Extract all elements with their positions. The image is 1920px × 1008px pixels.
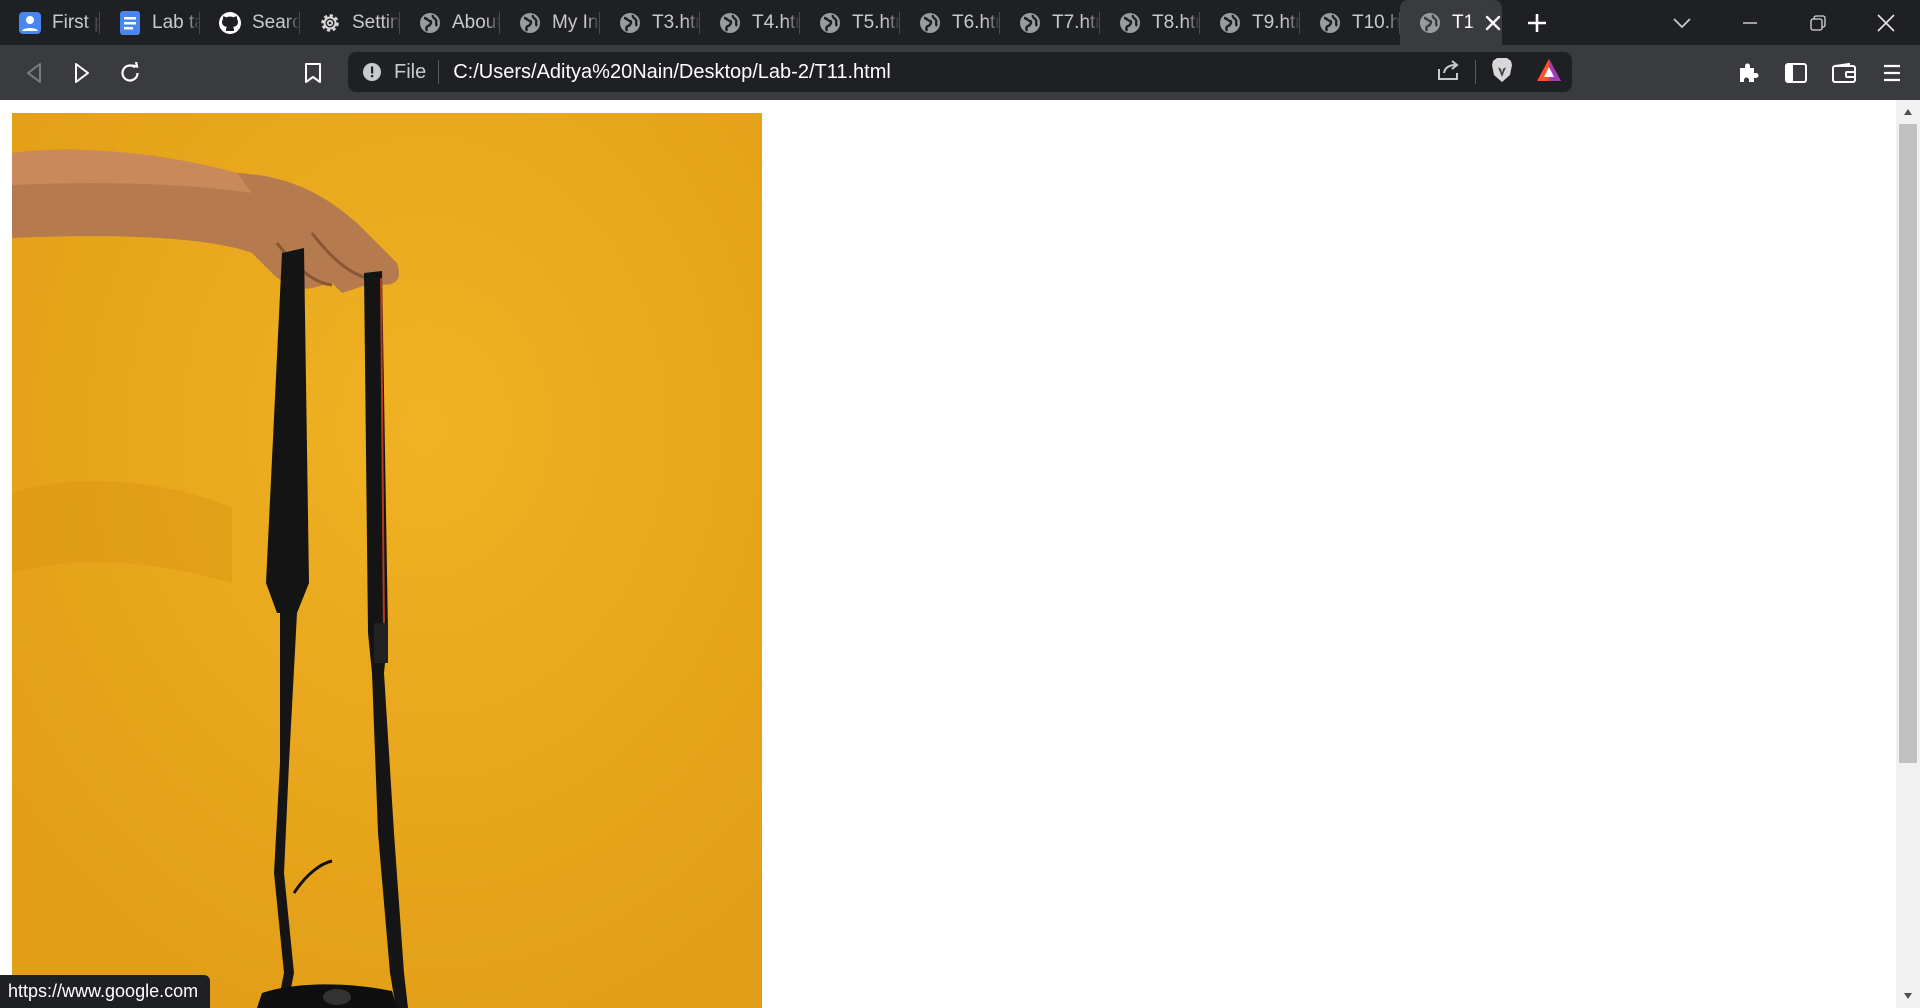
scrollbar-thumb[interactable] — [1899, 124, 1917, 763]
extensions-button[interactable] — [1724, 49, 1772, 97]
toolbar-right-actions — [1724, 45, 1920, 100]
gear-icon — [318, 11, 342, 35]
bookmark-icon — [305, 62, 321, 83]
info-icon[interactable] — [362, 62, 382, 82]
divider — [438, 60, 440, 84]
tab-t9[interactable]: T9.htr — [1200, 0, 1300, 45]
globe-icon — [1118, 11, 1142, 35]
url-scheme-label: File — [394, 60, 427, 83]
page-viewport — [0, 100, 1896, 1008]
tab-about[interactable]: About — [400, 0, 500, 45]
tab-label: T5.htr — [852, 11, 900, 33]
tab-label: T4.htr — [752, 11, 800, 33]
tab-first-page[interactable]: First p — [0, 0, 100, 45]
tab-t4[interactable]: T4.htr — [700, 0, 800, 45]
tab-lab-task[interactable]: Lab ta — [100, 0, 200, 45]
sidebar-icon — [1785, 62, 1807, 83]
scroll-up-arrow-icon[interactable] — [1896, 102, 1920, 122]
new-tab-button[interactable] — [1502, 0, 1572, 45]
tab-t7[interactable]: T7.htr — [1000, 0, 1100, 45]
globe-icon — [1018, 11, 1042, 35]
close-icon — [1877, 13, 1895, 32]
tab-label: T10.ht — [1352, 11, 1400, 33]
tab-label: My In — [552, 11, 599, 33]
tab-label: T3.htr — [652, 11, 700, 33]
tab-settings[interactable]: Settin — [300, 0, 400, 45]
brave-rewards-button[interactable] — [1536, 58, 1562, 87]
globe-icon — [418, 11, 442, 35]
camera-strap-photo — [12, 113, 762, 1008]
tab-t10[interactable]: T10.ht — [1300, 0, 1400, 45]
main-menu-button[interactable] — [1868, 49, 1916, 97]
tab-t6[interactable]: T6.htr — [900, 0, 1000, 45]
wallet-button[interactable] — [1820, 49, 1868, 97]
vertical-scrollbar[interactable] — [1896, 100, 1920, 1008]
reload-button[interactable] — [106, 49, 154, 97]
globe-icon — [918, 11, 942, 35]
share-button[interactable] — [1437, 59, 1461, 86]
tab-t3[interactable]: T3.htr — [600, 0, 700, 45]
hamburger-menu-icon — [1884, 64, 1900, 81]
wallet-icon — [1832, 62, 1856, 83]
brave-rewards-icon — [1537, 58, 1561, 81]
minimize-icon — [1743, 21, 1757, 24]
close-tab-icon[interactable] — [1485, 13, 1503, 33]
reload-icon — [121, 61, 139, 82]
restore-button[interactable] — [1784, 0, 1852, 45]
tab-label: T6.htr — [952, 11, 1000, 33]
forward-button[interactable] — [58, 49, 106, 97]
back-arrow-icon — [27, 62, 41, 83]
globe-icon — [1218, 11, 1242, 35]
forward-arrow-icon — [75, 62, 89, 83]
tab-github-search[interactable]: Searc — [200, 0, 300, 45]
globe-icon — [1418, 11, 1442, 35]
tab-label: Lab ta — [152, 11, 200, 33]
minimize-button[interactable] — [1716, 0, 1784, 45]
tab-active-t11[interactable]: T1 — [1400, 0, 1502, 45]
globe-icon — [718, 11, 742, 35]
divider — [1475, 60, 1476, 84]
tab-label: T7.htr — [1052, 11, 1100, 33]
chevron-down-icon — [1673, 17, 1691, 28]
document-icon — [118, 10, 142, 35]
scroll-down-arrow-icon[interactable] — [1896, 986, 1920, 1006]
tab-label: T9.htr — [1252, 11, 1300, 33]
tab-my-info[interactable]: My In — [500, 0, 600, 45]
user-profile-icon — [18, 11, 42, 35]
tab-label: Settin — [352, 11, 400, 33]
tab-label: About — [452, 11, 500, 33]
tab-label: T1 — [1452, 11, 1475, 33]
sidebar-button[interactable] — [1772, 49, 1820, 97]
globe-icon — [518, 11, 542, 35]
plus-icon — [1528, 13, 1546, 32]
url-text[interactable]: C:/Users/Aditya%20Nain/Desktop/Lab-2/T11… — [453, 61, 891, 84]
tab-label: First p — [52, 11, 100, 33]
tab-t5[interactable]: T5.htr — [800, 0, 900, 45]
close-window-button[interactable] — [1852, 0, 1920, 45]
globe-icon — [818, 11, 842, 35]
address-bar[interactable]: File C:/Users/Aditya%20Nain/Desktop/Lab-… — [348, 52, 1572, 92]
tab-strip: First p Lab ta Searc Settin About My In — [0, 0, 1920, 45]
share-icon — [1438, 59, 1459, 80]
tab-t8[interactable]: T8.htr — [1100, 0, 1200, 45]
github-icon — [218, 11, 242, 35]
puzzle-icon — [1740, 63, 1759, 82]
back-button[interactable] — [10, 49, 58, 97]
globe-icon — [1318, 11, 1342, 35]
browser-toolbar: File C:/Users/Aditya%20Nain/Desktop/Lab-… — [0, 45, 1920, 100]
bookmark-button[interactable] — [289, 49, 337, 97]
link-status-bubble: https://www.google.com — [0, 975, 211, 1008]
tab-search-button[interactable] — [1648, 0, 1716, 45]
tab-label: T8.htr — [1152, 11, 1200, 33]
brave-lion-icon — [1492, 57, 1512, 82]
window-controls — [1648, 0, 1920, 45]
brave-shields-button[interactable] — [1490, 57, 1514, 88]
globe-icon — [618, 11, 642, 35]
restore-icon — [1810, 14, 1826, 31]
tab-label: Searc — [252, 11, 300, 33]
address-bar-actions — [1437, 57, 1562, 88]
